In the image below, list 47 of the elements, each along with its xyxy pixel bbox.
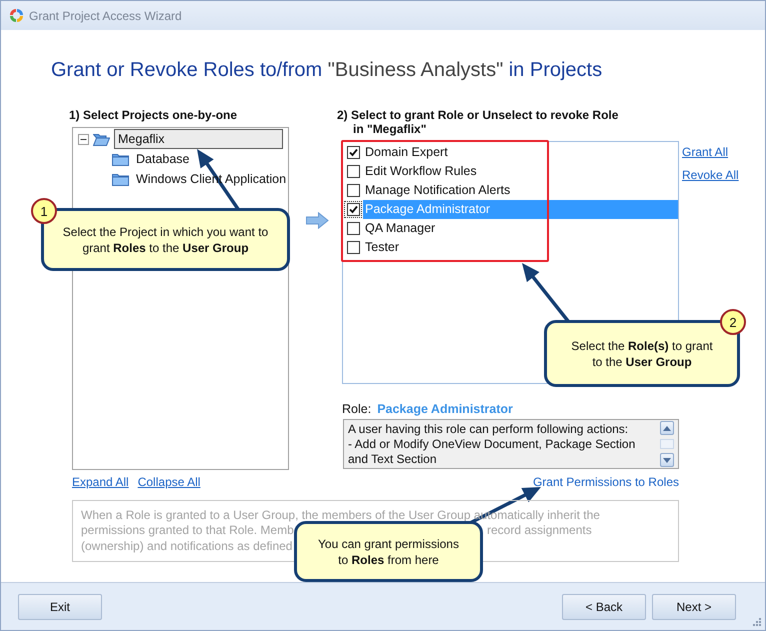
link[interactable]: Grant All	[682, 145, 728, 159]
scrollbar-thumb[interactable]	[660, 439, 674, 449]
scroll-down-icon[interactable]	[660, 453, 674, 467]
open-folder-icon	[93, 132, 110, 146]
info-text: (ownership) and notifications as defined	[81, 538, 292, 553]
resize-grip-icon	[752, 617, 762, 627]
page-heading: Grant or Revoke Roles to/from "Business Analysts" in Projects	[51, 58, 604, 82]
folder-icon	[112, 152, 129, 166]
section-label: in "Megaflix"	[353, 122, 426, 136]
link[interactable]: Revoke All	[682, 168, 739, 182]
role-item[interactable]: QA Manager	[343, 219, 678, 238]
field-label: Role:	[342, 402, 372, 416]
info-text: permissions granted to that Role. Memb	[81, 523, 294, 538]
tree-item[interactable]: Database	[133, 150, 193, 168]
description-text: A user having this role can perform following actions: - Add or Modify OneView Document, Package Section and Text Section	[347, 421, 636, 468]
checkbox[interactable]	[346, 184, 360, 197]
link[interactable]: Expand All	[72, 475, 129, 489]
checkbox[interactable]	[346, 203, 360, 216]
collapse-icon[interactable]	[78, 134, 89, 144]
section-label: 2) Select to grant Role or Unselect to revoke Role	[337, 108, 618, 122]
checkbox[interactable]	[346, 222, 360, 235]
role-item[interactable]: Domain Expert	[343, 143, 678, 162]
role-item[interactable]: Manage Notification Alerts	[343, 181, 678, 200]
wizard-button[interactable]: < Back	[562, 594, 646, 620]
checkbox[interactable]	[346, 165, 360, 178]
wizard-button[interactable]: Exit	[18, 594, 102, 620]
tree-item[interactable]: Megaflix	[114, 129, 283, 149]
callout-text: Select the Project in which you want to grant Roles to the User Group	[62, 224, 270, 256]
role-item[interactable]: Tester	[343, 238, 678, 257]
checkbox[interactable]	[346, 241, 360, 254]
section-label: 1) Select Projects one-by-one	[69, 108, 238, 122]
step-badge: 2	[720, 309, 746, 335]
window-title: Grant Project Access Wizard	[29, 8, 182, 22]
link[interactable]: Grant Permissions to Roles	[532, 475, 679, 489]
callout-text: You can grant permissions to Roles from here	[317, 536, 460, 568]
role-name: Package Administrator	[377, 402, 513, 416]
right-arrow-icon	[306, 212, 329, 229]
folder-icon	[112, 172, 129, 186]
callout-text: Select the Role(s) to grant to the User Group	[570, 338, 714, 370]
step-badge: 1	[31, 198, 57, 224]
app-icon	[8, 7, 25, 24]
wizard-button[interactable]: Next >	[652, 594, 736, 620]
link[interactable]: Collapse All	[138, 475, 200, 489]
role-item[interactable]: Edit Workflow Rules	[343, 162, 678, 181]
checkbox[interactable]	[346, 146, 360, 159]
scroll-up-icon[interactable]	[660, 421, 674, 435]
info-text: record assignments	[487, 523, 592, 538]
